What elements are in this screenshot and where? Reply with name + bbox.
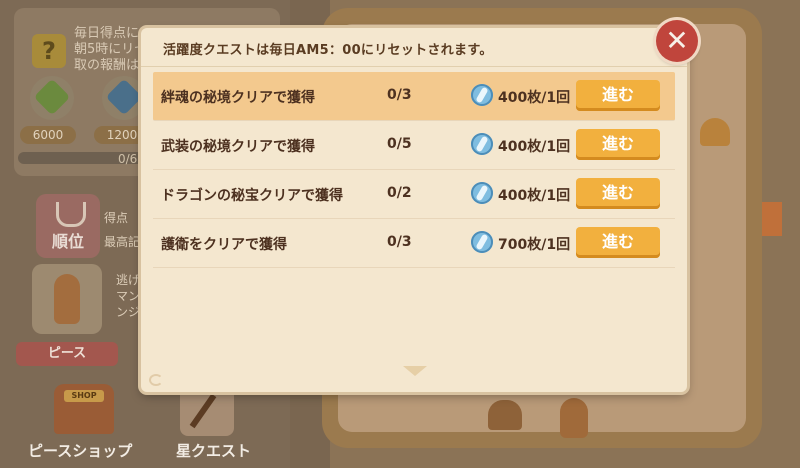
crystal-coin-icon (471, 84, 493, 106)
dialog-header: 活躍度クエストは毎日AM5：00にリセットされます。 (141, 28, 687, 67)
quest-progress: 0/3 (387, 87, 412, 103)
help-icon[interactable]: ? (32, 34, 66, 68)
quest-progress: 0/3 (387, 234, 412, 250)
piece-info-text: 逃げ マン ンジ (116, 273, 141, 319)
rank-info-text: 得点 最高記 (104, 211, 141, 249)
cupcake-icon (488, 400, 522, 430)
dialog-title: 活躍度クエストは毎日AM5：00にリセットされます。 (163, 43, 493, 58)
quest-reward: 400枚/1回 (498, 90, 571, 106)
rank-button-label: 順位 (51, 232, 84, 251)
quill-icon[interactable] (180, 386, 234, 436)
piece-shop-button[interactable]: ピースショップ (28, 440, 132, 461)
quest-name: 武装の秘境クリアで獲得 (161, 139, 315, 155)
quest-reward: 400枚/1回 (498, 188, 571, 204)
quest-row: 武装の秘境クリアで獲得 0/5 400枚/1回 進む (153, 121, 675, 170)
piece-tab[interactable]: ピース (16, 342, 118, 366)
close-icon: ✕ (665, 24, 689, 57)
shop-sign: SHOP (64, 390, 104, 402)
quest-name: 護衛をクリアで獲得 (161, 237, 287, 253)
quest-row: 絆魂の秘境クリアで獲得 0/3 400枚/1回 進む (153, 72, 675, 121)
quest-progress: 0/2 (387, 185, 412, 201)
go-button[interactable]: 進む (576, 80, 660, 111)
crystal-coin-icon (471, 182, 493, 204)
quest-reward: 700枚/1回 (498, 237, 571, 253)
rank-button[interactable]: 順位 (36, 194, 100, 258)
gingerbread-board-icon (560, 398, 588, 438)
quest-list: 絆魂の秘境クリアで獲得 0/3 400枚/1回 進む 武装の秘境クリアで獲得 0… (153, 72, 675, 268)
blue-gem-reward-icon[interactable] (102, 76, 146, 120)
star-quest-button[interactable]: 星クエスト (176, 440, 251, 461)
reward-threshold-1: 6000 (20, 126, 76, 144)
green-gem-reward-icon[interactable] (30, 76, 74, 120)
gingerbread-icon (54, 274, 80, 324)
scroll-down-arrow-icon[interactable] (403, 366, 427, 376)
crystal-coin-icon (471, 231, 493, 253)
quest-row: 護衛をクリアで獲得 0/3 700枚/1回 進む (153, 219, 675, 268)
quest-row: ドラゴンの秘宝クリアで獲得 0/2 400枚/1回 進む (153, 170, 675, 219)
shop-icon[interactable]: SHOP (54, 384, 114, 434)
go-button[interactable]: 進む (576, 178, 660, 209)
crystal-coin-icon (471, 133, 493, 155)
quest-name: 絆魂の秘境クリアで獲得 (161, 90, 315, 106)
close-button[interactable]: ✕ (656, 20, 698, 62)
quest-reward: 400枚/1回 (498, 139, 571, 155)
trophy-icon (56, 202, 86, 227)
quest-name: ドラゴンの秘宝クリアで獲得 (161, 188, 343, 204)
go-button[interactable]: 進む (576, 129, 660, 160)
activity-quest-dialog: 活躍度クエストは毎日AM5：00にリセットされます。 絆魂の秘境クリアで獲得 0… (141, 28, 687, 392)
gingerbread-piece-card[interactable] (32, 264, 102, 334)
go-button[interactable]: 進む (576, 227, 660, 258)
bookmark-ribbon (762, 202, 782, 236)
muffin-icon (700, 118, 730, 146)
quest-progress: 0/5 (387, 136, 412, 152)
corner-ornament (149, 374, 163, 386)
